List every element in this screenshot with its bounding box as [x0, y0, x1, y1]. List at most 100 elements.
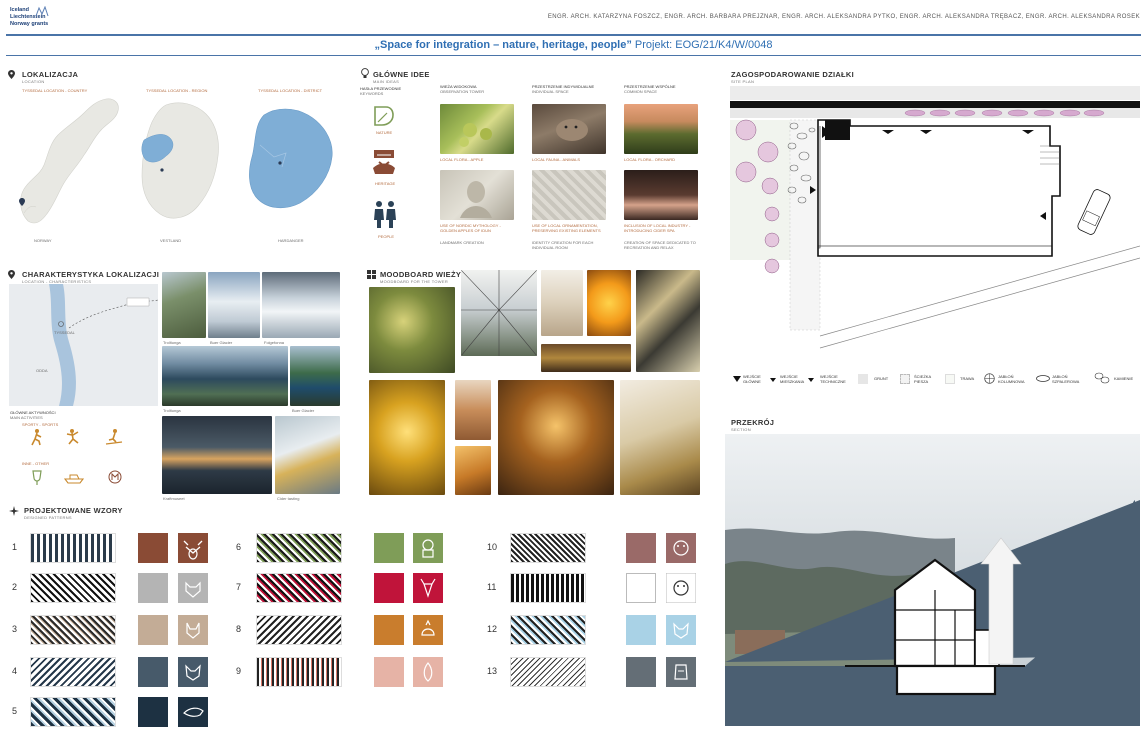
- cider-tasting-photo: [275, 416, 340, 494]
- location-title: LOKALIZACJA: [22, 70, 79, 79]
- climbing-icon: [66, 429, 79, 445]
- technical-entrance-icon: [808, 378, 814, 382]
- idea-column-subheading: COMMON SPACE: [624, 89, 658, 94]
- wildcat-photo: [532, 104, 606, 154]
- people-icon: [374, 201, 396, 228]
- section-subtitle: SECTION: [731, 427, 751, 432]
- pattern-color-swatch: [138, 697, 168, 727]
- legend-footpath: ŚCIEŻKA PIESZA: [914, 374, 931, 384]
- main-entrance-icon: [733, 376, 741, 382]
- skiing-icon: [105, 429, 123, 445]
- idea-column-common: PRZESTRZENIE WSPÓLNE COMMON SPACE: [624, 84, 704, 94]
- boat-icon: [64, 474, 84, 484]
- pattern-number: 5: [12, 706, 18, 716]
- map-label-odda: ODDA: [36, 368, 48, 373]
- ground-swatch: [858, 374, 868, 384]
- patterns-title: PROJEKTOWANE WZORY: [24, 506, 123, 515]
- caption-local-fauna: LOCAL FAUNA - ANIMALS: [532, 157, 581, 162]
- hardanger-map: [249, 108, 333, 209]
- pattern-color-swatch: [626, 573, 656, 603]
- pattern-number: 7: [236, 582, 242, 592]
- logo-line-3: Norway grants: [10, 21, 49, 27]
- espalier-apple-icon: [1036, 375, 1050, 382]
- map-caption-region: VESTLAND: [160, 238, 182, 243]
- pattern-color-swatch: [138, 615, 168, 645]
- pattern-number: 12: [487, 624, 498, 634]
- heritage-hands-icon: [373, 150, 395, 174]
- orchard-photo: [624, 104, 698, 154]
- legend-technical-entrance: WEJŚCIE TECHNICZNE: [820, 374, 846, 384]
- pattern-number: 1: [12, 542, 18, 552]
- sports-label: SPORTY - SPORTS: [22, 422, 59, 427]
- ornament-pattern: [256, 615, 342, 645]
- ornament-pattern: [510, 657, 586, 687]
- pattern-color-swatch: [626, 657, 656, 687]
- norway-map: [20, 98, 119, 224]
- moodboard-amber-detail: [455, 446, 491, 495]
- header-rule-bottom: [6, 55, 1141, 56]
- caption-industry: INCLUSION OF LOCAL INDUSTRY - INTRODUCIN…: [624, 223, 691, 233]
- map-caption-district: HARDANGER: [278, 238, 304, 243]
- ornament-pattern: [30, 697, 116, 727]
- site-plan-drawing: [730, 86, 1140, 349]
- cider-glass-icon: [32, 470, 42, 485]
- pattern-number: 8: [236, 624, 242, 634]
- caption-local-flora-orchard: LOCAL FLORA - ORCHARD: [624, 157, 675, 162]
- ornament-pattern: [30, 615, 116, 645]
- ornament-pattern: [30, 573, 116, 603]
- map-caption-country: NORWAY: [34, 238, 52, 243]
- country-map-pin-icon: [19, 198, 25, 206]
- header: Iceland Liechtenstein Norway grants ENGR…: [0, 0, 1147, 58]
- columnar-apple-icon: [984, 373, 995, 384]
- project-title: „Space for integration – nature, heritag…: [0, 39, 1147, 51]
- characteristics-pin-icon: [8, 270, 15, 279]
- logo-mark-icon: [35, 6, 49, 17]
- moodboard-subtitle: MOODBOARD FOR THE TOWER: [380, 279, 449, 284]
- pattern-color-swatch: [138, 533, 168, 563]
- keyword-heritage: HERITAGE: [375, 181, 396, 186]
- legend-ground: GRUNT: [874, 376, 889, 381]
- location-pin-icon: [8, 70, 15, 79]
- map-heading-region: TYSSEDAL LOCATION - REGION: [146, 88, 208, 93]
- apartment-entrance-icon: [770, 378, 776, 382]
- moodboard-golden-lamps: [587, 270, 631, 336]
- activities-subtitle: MAIN ACTIVITIES: [10, 415, 43, 420]
- fjord-cliff-photo: [162, 346, 288, 406]
- feather-icon: [413, 657, 443, 687]
- keyword-nature: NATURE: [376, 130, 393, 135]
- pattern-number: 4: [12, 666, 18, 676]
- photo-caption-2: Buer Glacier: [210, 340, 233, 345]
- moodboard-steel-structure: [636, 270, 700, 372]
- patterns-subtitle: DESIGNED PATTERNS: [24, 515, 72, 520]
- idea-column-subheading: INDIVIDUAL SPACE: [532, 89, 569, 94]
- legend-espalier-apple: JABŁOŃ SZPALEROWA: [1052, 374, 1080, 384]
- vestland-map: [141, 102, 219, 219]
- pattern-number: 9: [236, 666, 242, 676]
- moodboard-apple-tree: [369, 287, 455, 373]
- pattern-color-swatch: [626, 533, 656, 563]
- section-title: PRZEKRÓJ: [731, 418, 775, 427]
- pattern-color-swatch: [138, 657, 168, 687]
- caption-identity: IDENTITY CREATION FOR EACH INDIVIDUAL RO…: [532, 240, 594, 250]
- moodboard-glass-atrium: [461, 270, 537, 356]
- kraftmuseet-photo: [162, 416, 272, 494]
- photo-caption-5: Buer Glacier: [292, 408, 315, 413]
- ornament-pattern: [510, 533, 586, 563]
- squirrel-icon: [413, 615, 443, 645]
- other-label: INNE - OTHER: [22, 461, 50, 466]
- apple-branch-photo: [440, 104, 514, 154]
- characteristics-title: CHARAKTERYSTYKA LOKALIZACJI: [22, 270, 160, 279]
- map-heading-district: TYSSEDAL LOCATION - DISTRICT: [258, 88, 323, 93]
- header-rule-top: [6, 34, 1141, 36]
- moodboard-gold-lights: [369, 380, 445, 495]
- hiking-icon: [31, 429, 42, 446]
- pattern-color-swatch: [374, 657, 404, 687]
- bull-icon: [178, 573, 208, 603]
- keywords-subtitle: KEYWORDS: [360, 91, 384, 96]
- moodboard-title: MOODBOARD WIEŻY: [380, 270, 462, 279]
- pattern-number: 10: [487, 542, 498, 552]
- bear-icon: [666, 533, 696, 563]
- photo-caption-1: Trolltunga: [163, 340, 181, 345]
- photo-caption-4: Trolltunga: [163, 408, 181, 413]
- site-plan-subtitle: SITE PLAN: [731, 79, 755, 84]
